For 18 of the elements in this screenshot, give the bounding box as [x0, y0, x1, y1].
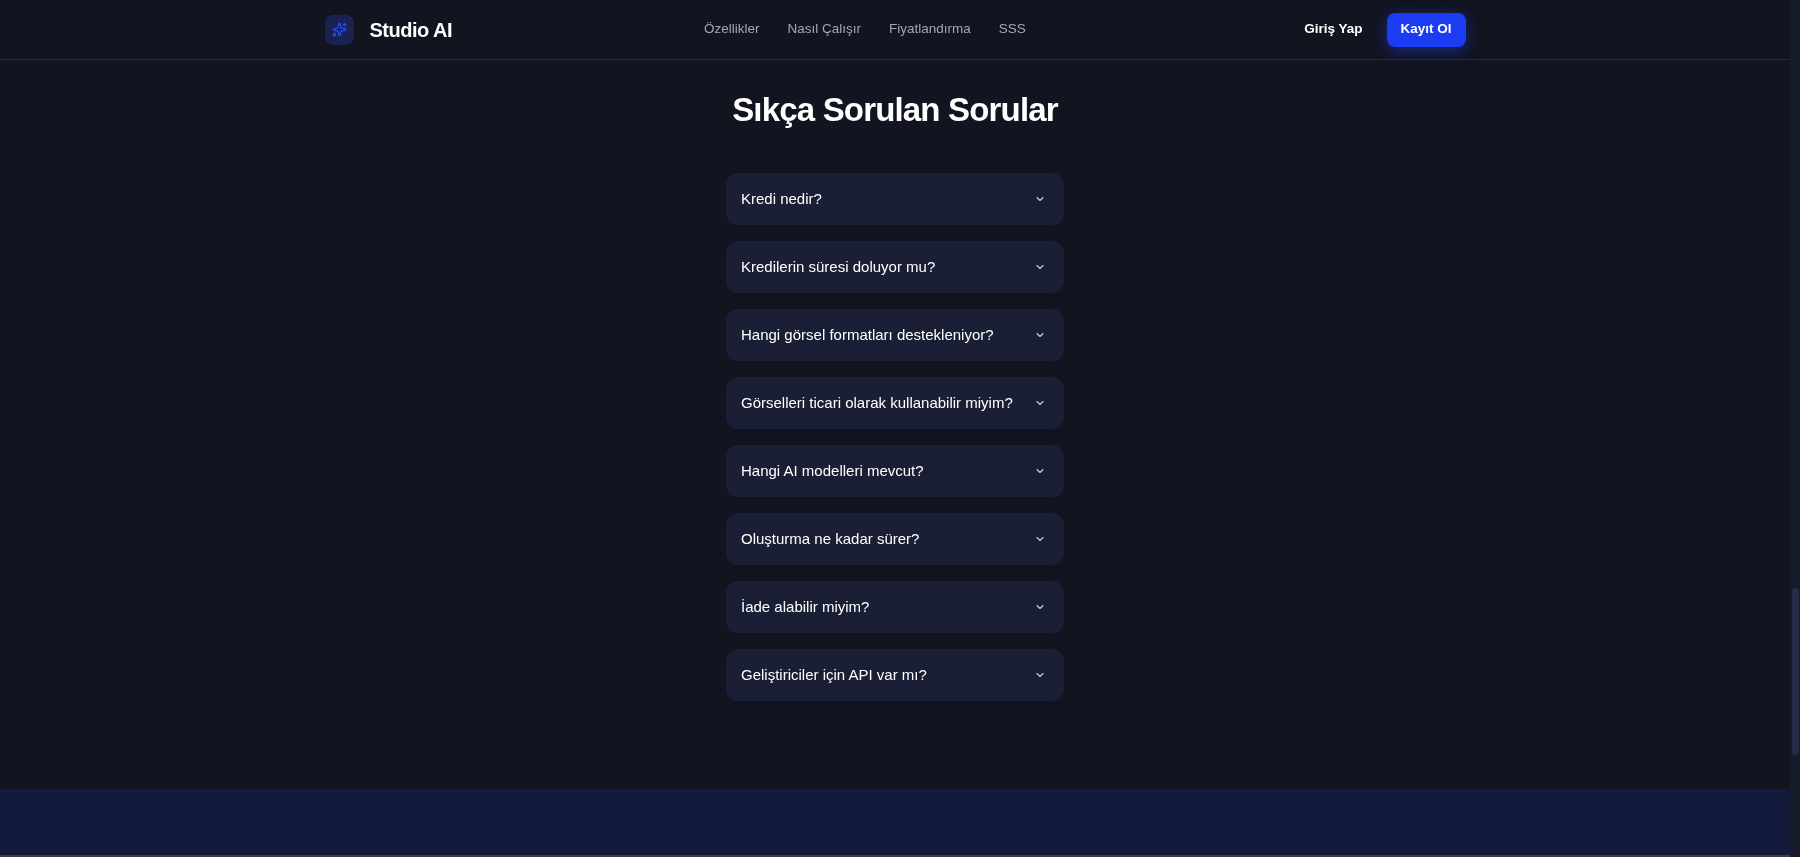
faq-question[interactable]: İade alabilir miyim? [726, 581, 1064, 633]
faq-question[interactable]: Kredilerin süresi doluyor mu? [726, 241, 1064, 293]
faq-heading: Sıkça Sorulan Sorular [732, 90, 1058, 130]
nav-link[interactable]: Nasıl Çalışır [787, 19, 862, 40]
sparkles-icon [324, 14, 354, 45]
faq-question[interactable]: Oluşturma ne kadar sürer? [726, 513, 1064, 565]
scrollbar-thumb[interactable] [1791, 588, 1799, 755]
nav-link[interactable]: Özellikler [704, 19, 760, 40]
faq-question[interactable]: Geliştiriciler için API var mı? [726, 649, 1064, 701]
faq-question[interactable]: Hangi görsel formatları destekleniyor? [726, 309, 1064, 361]
nav-link[interactable]: Fiyatlandırma [889, 19, 971, 40]
faq-question[interactable]: Kredi nedir? [726, 173, 1064, 225]
nav-link[interactable]: SSS [998, 19, 1026, 40]
brand-name[interactable]: Studio AI [369, 14, 453, 45]
login-link[interactable]: Giriş Yap [1304, 19, 1363, 40]
faq-question[interactable]: Görselleri ticari olarak kullanabilir miyim? [726, 377, 1064, 429]
signup-button[interactable]: Kayıt Ol [1386, 12, 1466, 47]
faq-question[interactable]: Hangi AI modelleri mevcut? [726, 445, 1064, 497]
